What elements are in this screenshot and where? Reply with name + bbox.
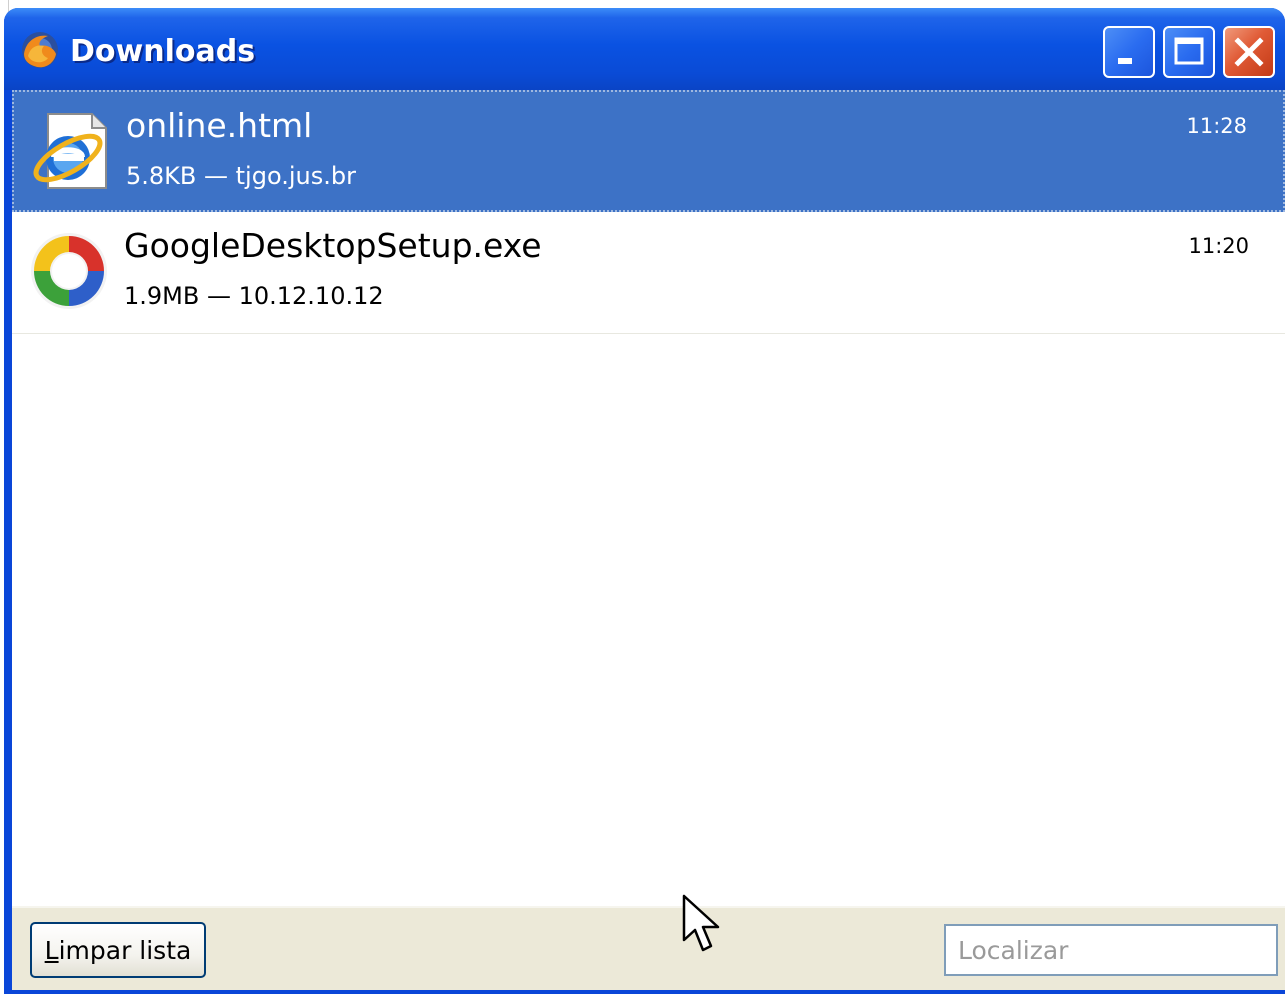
downloads-window: Downloads online.html 5.8KB — tjgo.jus.b… xyxy=(4,8,1285,994)
download-filename: online.html xyxy=(126,106,313,145)
download-time: 11:20 xyxy=(1188,234,1249,258)
minimize-button[interactable] xyxy=(1103,26,1155,78)
mouse-cursor-icon xyxy=(682,894,720,952)
footer-bar: Limpar lista xyxy=(12,906,1285,990)
maximize-button[interactable] xyxy=(1163,26,1215,78)
clear-list-accelerator: L xyxy=(44,935,59,965)
close-button[interactable] xyxy=(1223,26,1275,78)
download-item[interactable]: GoogleDesktopSetup.exe 1.9MB — 10.12.10.… xyxy=(12,212,1285,334)
minimize-icon xyxy=(1118,58,1132,64)
window-client-area: online.html 5.8KB — tjgo.jus.br 11:28 Go… xyxy=(12,90,1285,990)
download-filename: GoogleDesktopSetup.exe xyxy=(124,226,542,265)
title-bar[interactable]: Downloads xyxy=(4,8,1285,90)
download-item[interactable]: online.html 5.8KB — tjgo.jus.br 11:28 xyxy=(12,90,1285,212)
close-icon xyxy=(1234,37,1264,67)
clear-list-button[interactable]: Limpar lista xyxy=(30,922,206,978)
download-size-source: 5.8KB — tjgo.jus.br xyxy=(126,162,356,190)
download-size-source: 1.9MB — 10.12.10.12 xyxy=(124,282,384,310)
maximize-icon xyxy=(1174,37,1204,65)
download-time: 11:28 xyxy=(1186,114,1247,138)
search-input[interactable] xyxy=(944,924,1278,976)
downloads-list[interactable]: online.html 5.8KB — tjgo.jus.br 11:28 Go… xyxy=(12,90,1285,906)
internet-explorer-document-icon xyxy=(28,108,114,194)
google-desktop-icon xyxy=(26,228,112,314)
window-title: Downloads xyxy=(70,34,256,69)
clear-list-label: impar lista xyxy=(58,935,192,965)
firefox-icon xyxy=(18,28,62,72)
